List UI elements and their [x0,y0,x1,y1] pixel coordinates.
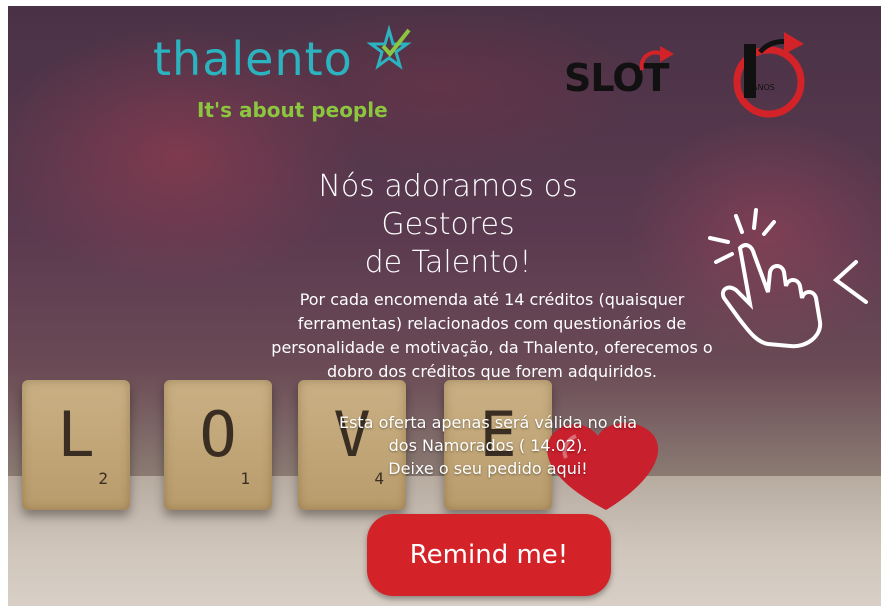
promo-description: Por cada encomenda até 14 créditos (quai… [252,288,732,384]
offer-line: Esta oferta apenas será válida no dia [338,413,638,432]
description-line: ferramentas) relacionados com questionár… [297,314,687,333]
thalento-logo: thalento It's about people [153,32,388,122]
scrabble-tile: L 2 [22,380,130,510]
star-icon [366,24,412,70]
headline-line: Nós adoramos os Gestores [318,169,578,242]
description-line: personalidade e motivação, da Thalento, … [271,338,713,357]
remind-me-button[interactable]: Remind me! [367,514,611,596]
tile-score: 2 [98,469,108,488]
tile-letter: O [199,398,237,471]
ten-years-badge-icon [733,32,805,118]
anos-label: ANOS [752,83,775,92]
scrabble-tile: O 1 [164,380,272,510]
tile-letter: L [57,398,95,471]
slot-arrow-icon [639,46,674,71]
headline-line: de Talento! [364,245,532,280]
headline: Nós adoramos os Gestores de Talento! [258,168,638,282]
offer-text: Esta oferta apenas será válida no dia do… [318,411,658,480]
description-line: Por cada encomenda até 14 créditos (quai… [299,290,685,309]
offer-line: Deixe o seu pedido aqui! [388,459,588,478]
tile-score: 1 [240,469,250,488]
offer-line: dos Namorados ( 14.02). [388,436,588,455]
thalento-tagline: It's about people [197,98,388,122]
thalento-wordmark: thalento [153,32,353,86]
